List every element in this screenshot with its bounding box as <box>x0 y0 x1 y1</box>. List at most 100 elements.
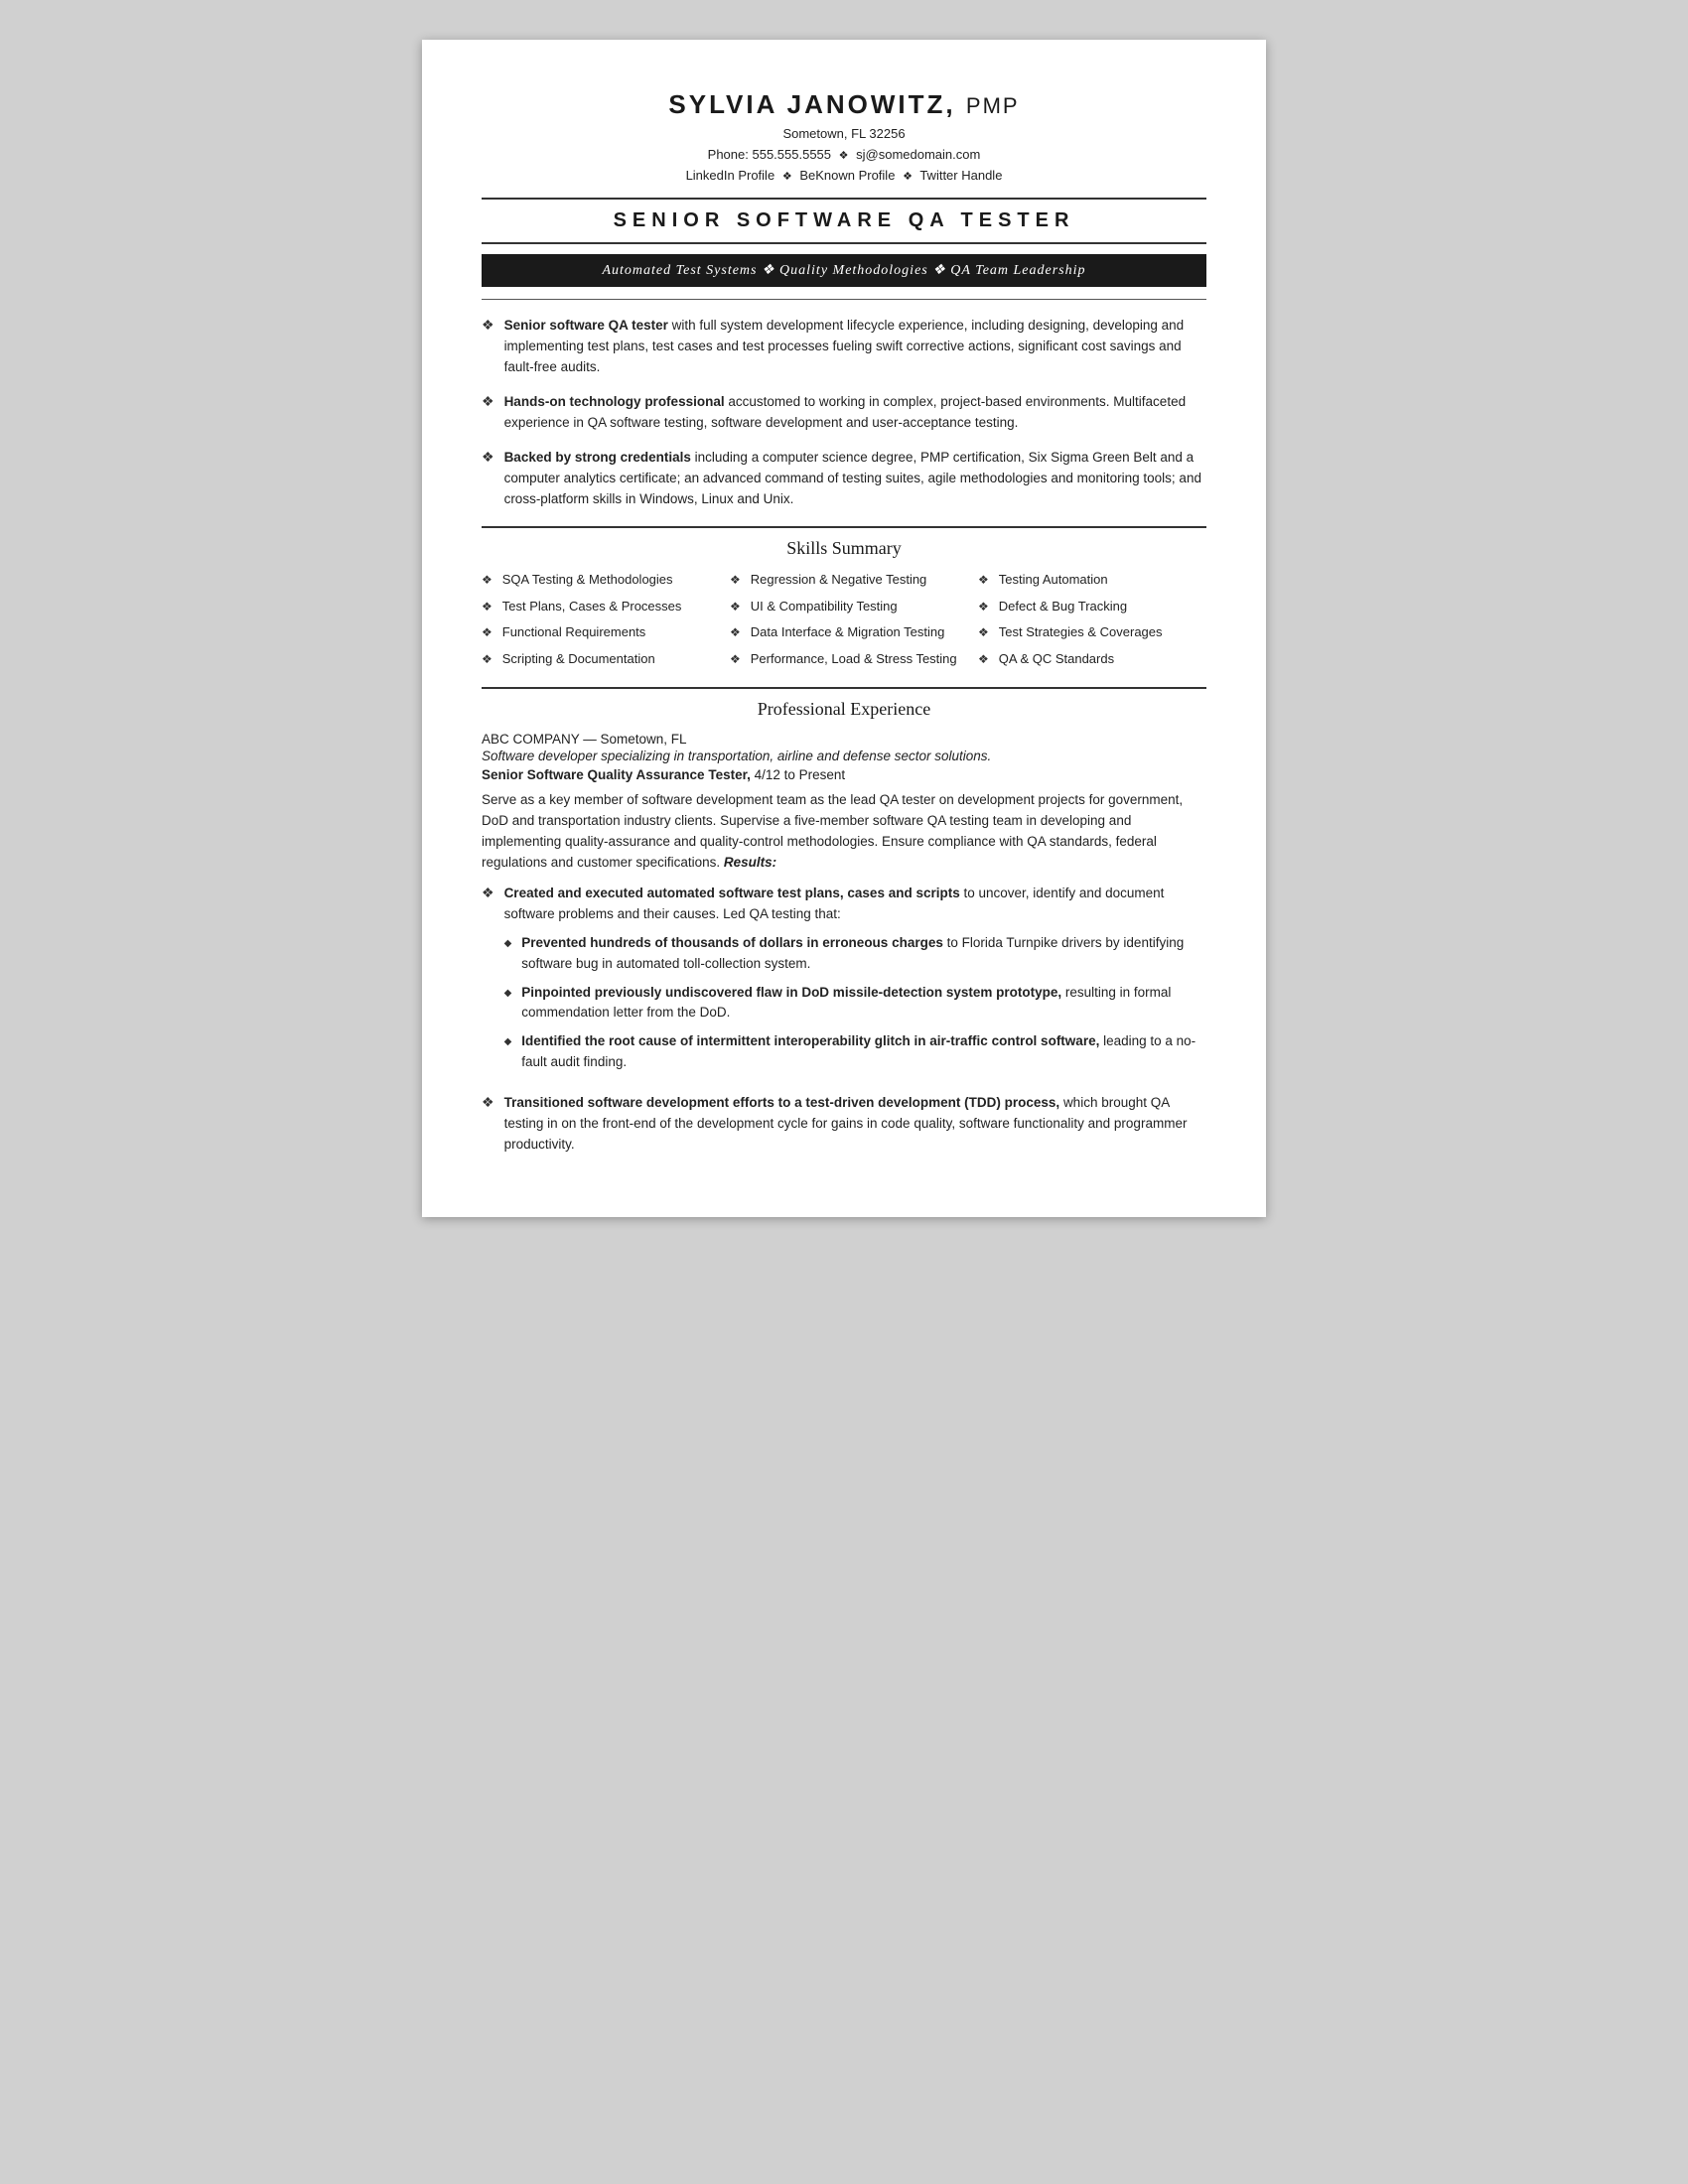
skill-3-2: ❖ Defect & Bug Tracking <box>978 598 1206 616</box>
summary-section: ❖ Senior software QA tester with full sy… <box>482 316 1206 509</box>
skills-title: Skills Summary <box>482 538 1206 559</box>
summary-bold-1: Senior software QA tester <box>504 318 668 333</box>
diamond-3: ❖ <box>903 171 913 183</box>
summary-text-2: Hands-on technology professional accusto… <box>504 392 1206 434</box>
job-dates: 4/12 to Present <box>755 767 846 782</box>
phone-number: 555.555.5555 <box>752 147 831 162</box>
title-divider <box>482 242 1206 244</box>
sub-bullet-text-1-2: Pinpointed previously undiscovered flaw … <box>521 983 1206 1024</box>
skill-bullet-3-1: ❖ <box>978 572 989 589</box>
summary-divider <box>482 526 1206 528</box>
sub-diamond-1-3: ◆ <box>504 1034 512 1050</box>
bullet-diamond-2: ❖ <box>482 394 494 411</box>
skill-2-3: ❖ Data Interface & Migration Testing <box>730 623 958 642</box>
experience-section: Professional Experience ABC COMPANY — So… <box>482 699 1206 1156</box>
skill-label-1-3: Functional Requirements <box>502 623 646 642</box>
bullet-diamond-1: ❖ <box>482 318 494 335</box>
skill-label-2-4: Performance, Load & Stress Testing <box>751 650 957 669</box>
skills-col-2: ❖ Regression & Negative Testing ❖ UI & C… <box>730 571 958 677</box>
skill-label-1-4: Scripting & Documentation <box>502 650 655 669</box>
experience-bullets: ❖ Created and executed automated softwar… <box>482 884 1206 1156</box>
title-section: SENIOR SOFTWARE QA TESTER <box>482 209 1206 232</box>
skill-1-3: ❖ Functional Requirements <box>482 623 710 642</box>
bullet-diamond-3: ❖ <box>482 450 494 467</box>
job-description: Serve as a key member of software develo… <box>482 790 1206 874</box>
linkedin-link[interactable]: LinkedIn Profile <box>686 168 775 183</box>
skills-col-1: ❖ SQA Testing & Methodologies ❖ Test Pla… <box>482 571 710 677</box>
skill-1-1: ❖ SQA Testing & Methodologies <box>482 571 710 590</box>
sub-bullet-text-1-3: Identified the root cause of intermitten… <box>521 1031 1206 1073</box>
skill-bullet-1-3: ❖ <box>482 624 492 641</box>
skill-label-3-4: QA & QC Standards <box>999 650 1114 669</box>
sub-bold-1-1: Prevented hundreds of thousands of dolla… <box>521 935 943 950</box>
exp-diamond-2: ❖ <box>482 1095 494 1112</box>
experience-title: Professional Experience <box>482 699 1206 720</box>
skill-3-1: ❖ Testing Automation <box>978 571 1206 590</box>
job-title-line: Senior Software Quality Assurance Tester… <box>482 767 1206 782</box>
tagline-bar: Automated Test Systems ❖ Quality Methodo… <box>482 254 1206 287</box>
skills-col-3: ❖ Testing Automation ❖ Defect & Bug Trac… <box>978 571 1206 677</box>
name-text: SYLVIA JANOWITZ, <box>668 89 955 119</box>
skill-label-1-1: SQA Testing & Methodologies <box>502 571 673 590</box>
sub-diamond-1-1: ◆ <box>504 936 512 952</box>
job-desc-text: Serve as a key member of software develo… <box>482 792 1183 870</box>
name-heading: SYLVIA JANOWITZ, PMP <box>482 89 1206 120</box>
diamond-1: ❖ <box>839 150 849 162</box>
exp-bullet-2: ❖ Transitioned software development effo… <box>482 1093 1206 1156</box>
summary-bold-3: Backed by strong credentials <box>504 450 691 465</box>
company-description: Software developer specializing in trans… <box>482 749 1206 763</box>
twitter-link[interactable]: Twitter Handle <box>919 168 1002 183</box>
sub-bold-1-3: Identified the root cause of intermitten… <box>521 1033 1099 1048</box>
skill-2-4: ❖ Performance, Load & Stress Testing <box>730 650 958 669</box>
skill-label-1-2: Test Plans, Cases & Processes <box>502 598 682 616</box>
skill-1-2: ❖ Test Plans, Cases & Processes <box>482 598 710 616</box>
skill-label-3-1: Testing Automation <box>999 571 1108 590</box>
skill-bullet-1-4: ❖ <box>482 651 492 668</box>
skill-bullet-2-4: ❖ <box>730 651 741 668</box>
exp-bold-2: Transitioned software development effort… <box>504 1095 1060 1110</box>
skill-bullet-1-2: ❖ <box>482 599 492 615</box>
email-address: sj@somedomain.com <box>856 147 980 162</box>
header-section: SYLVIA JANOWITZ, PMP Sometown, FL 32256 … <box>482 89 1206 186</box>
job-title: Senior Software Quality Assurance Tester… <box>482 767 751 782</box>
sub-bullet-1-2: ◆ Pinpointed previously undiscovered fla… <box>504 983 1206 1024</box>
exp-bold-1: Created and executed automated software … <box>504 886 960 900</box>
sub-bullet-1-3: ◆ Identified the root cause of intermitt… <box>504 1031 1206 1073</box>
summary-item-1: ❖ Senior software QA tester with full sy… <box>482 316 1206 378</box>
header-divider <box>482 198 1206 200</box>
results-label: Results: <box>724 855 776 870</box>
credential-text: PMP <box>966 93 1020 118</box>
skill-label-3-3: Test Strategies & Coverages <box>999 623 1163 642</box>
sub-bullets-1: ◆ Prevented hundreds of thousands of dol… <box>504 933 1206 1074</box>
skill-bullet-2-1: ❖ <box>730 572 741 589</box>
company-name: ABC COMPANY — Sometown, FL <box>482 732 1206 747</box>
sub-bold-1-2: Pinpointed previously undiscovered flaw … <box>521 985 1061 1000</box>
main-title: SENIOR SOFTWARE QA TESTER <box>482 209 1206 232</box>
sub-bullet-text-1-1: Prevented hundreds of thousands of dolla… <box>521 933 1206 975</box>
skill-bullet-3-2: ❖ <box>978 599 989 615</box>
skill-bullet-2-3: ❖ <box>730 624 741 641</box>
tagline-divider <box>482 299 1206 300</box>
skill-1-4: ❖ Scripting & Documentation <box>482 650 710 669</box>
skills-grid: ❖ SQA Testing & Methodologies ❖ Test Pla… <box>482 571 1206 677</box>
skill-bullet-2-2: ❖ <box>730 599 741 615</box>
summary-text-1: Senior software QA tester with full syst… <box>504 316 1206 378</box>
phone-label: Phone: <box>708 147 749 162</box>
skill-2-1: ❖ Regression & Negative Testing <box>730 571 958 590</box>
summary-bold-2: Hands-on technology professional <box>504 394 725 409</box>
beknown-link[interactable]: BeKnown Profile <box>799 168 895 183</box>
skill-label-2-1: Regression & Negative Testing <box>751 571 927 590</box>
city-line: Sometown, FL 32256 <box>482 124 1206 145</box>
skills-section: Skills Summary ❖ SQA Testing & Methodolo… <box>482 538 1206 677</box>
skill-bullet-3-3: ❖ <box>978 624 989 641</box>
skill-label-2-3: Data Interface & Migration Testing <box>751 623 945 642</box>
phone-line: Phone: 555.555.5555 ❖ sj@somedomain.com <box>482 145 1206 166</box>
city-state-zip: Sometown, FL 32256 <box>782 126 905 141</box>
sub-bullet-1-1: ◆ Prevented hundreds of thousands of dol… <box>504 933 1206 975</box>
social-line: LinkedIn Profile ❖ BeKnown Profile ❖ Twi… <box>482 166 1206 187</box>
sub-diamond-1-2: ◆ <box>504 986 512 1002</box>
summary-text-3: Backed by strong credentials including a… <box>504 448 1206 510</box>
resume-page: SYLVIA JANOWITZ, PMP Sometown, FL 32256 … <box>422 40 1266 1217</box>
skill-label-2-2: UI & Compatibility Testing <box>751 598 898 616</box>
summary-item-3: ❖ Backed by strong credentials including… <box>482 448 1206 510</box>
